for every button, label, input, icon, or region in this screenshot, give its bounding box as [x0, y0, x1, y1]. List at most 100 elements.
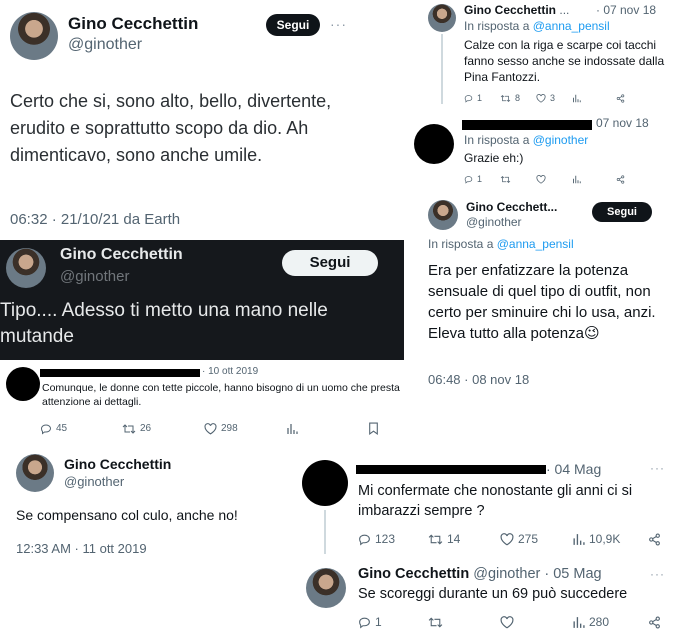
tweet-timestamp[interactable]: 06:32 · 21/10/21 da Earth	[10, 210, 180, 230]
tweet-date[interactable]: · 05 Mag	[544, 566, 601, 582]
tweet-date[interactable]: · 04 Mag	[546, 461, 601, 477]
avatar[interactable]	[10, 12, 58, 60]
author-handle[interactable]: @ginother	[473, 566, 540, 582]
author-name[interactable]: Gino Cecchettin ...	[464, 3, 569, 17]
follow-button[interactable]: Segui	[592, 202, 652, 222]
like-action[interactable]: 298	[204, 422, 286, 435]
reply-count: 1	[375, 615, 382, 629]
retweet-action[interactable]	[428, 616, 500, 629]
avatar[interactable]	[306, 568, 346, 608]
more-options-icon[interactable]: ···	[330, 16, 347, 32]
mention-link[interactable]: @anna_pensil	[533, 19, 610, 33]
views-icon	[573, 175, 581, 183]
reply-action[interactable]: 123	[358, 532, 428, 546]
tweet-text: Grazie eh:)	[464, 151, 524, 165]
tweet-card-2-dark: Gino Cecchettin @ginother Segui Tipo....…	[0, 240, 404, 360]
heart-icon	[500, 532, 514, 545]
tweet-text: Se compensano col culo, anche no!	[16, 507, 238, 523]
like-action[interactable]: 3	[536, 93, 572, 103]
retweet-action[interactable]: 8	[500, 93, 536, 103]
like-action[interactable]: 275	[500, 532, 572, 546]
retweet-action[interactable]: 14	[428, 532, 500, 546]
heart-icon	[536, 174, 546, 184]
reply-context: In risposta a @ginother	[464, 133, 589, 147]
reply-action[interactable]: 1	[464, 174, 500, 184]
retweet-action[interactable]: 26	[122, 423, 204, 435]
author-handle[interactable]: @ginother	[60, 268, 129, 285]
tweet-card-5: Gino Cecchettin ... · 07 nov 18 In rispo…	[420, 0, 680, 110]
wink-emoji: 😉	[583, 325, 600, 342]
tweet-timestamp[interactable]: 12:33 AM · 11 ott 2019	[16, 540, 147, 557]
tweet-card-8: · 04 Mag ··· Mi confermate che nonostant…	[296, 452, 680, 556]
tweet-text: Comunque, le donne con tette piccole, ha…	[42, 382, 400, 408]
tweet-date[interactable]: · 10 ott 2019	[202, 365, 258, 378]
tweet-text: Certo che si, sono alto, bello, diverten…	[10, 91, 332, 165]
avatar[interactable]	[428, 200, 458, 230]
author-name[interactable]: Gino Cecchettin	[64, 456, 171, 472]
tweet-date[interactable]: · 07 nov 18	[596, 3, 656, 17]
author-handle[interactable]: @ginother	[64, 474, 124, 489]
like-count: 298	[221, 423, 238, 434]
share-icon	[649, 533, 660, 545]
views-action[interactable]	[572, 94, 616, 103]
like-action[interactable]	[536, 174, 572, 184]
heart-icon	[536, 93, 546, 103]
share-action[interactable]	[648, 616, 661, 629]
follow-button[interactable]: Segui	[266, 14, 320, 36]
bookmark-action[interactable]	[368, 422, 379, 435]
views-icon	[287, 423, 298, 434]
redacted-username	[462, 120, 592, 130]
views-icon	[573, 94, 581, 102]
tweet-actions: 1 280	[358, 615, 661, 629]
author-handle[interactable]: @ginother	[68, 36, 142, 54]
share-action[interactable]	[648, 533, 661, 546]
follow-button[interactable]: Segui	[282, 250, 378, 276]
reply-context: In risposta a @anna_pensil	[428, 237, 574, 251]
author-name[interactable]: Gino Cecchettin	[60, 246, 183, 264]
thread-line	[441, 34, 443, 104]
share-action[interactable]	[616, 93, 625, 103]
author-name[interactable]: Gino Cecchettin	[68, 14, 198, 34]
retweet-icon	[500, 175, 511, 183]
views-action[interactable]: 280	[572, 615, 648, 629]
views-action[interactable]	[572, 175, 616, 184]
views-action[interactable]: 10,9K	[572, 532, 648, 546]
share-action[interactable]	[616, 174, 625, 184]
reply-action[interactable]: 1	[358, 615, 428, 629]
tweet-timestamp[interactable]: 06:48 · 08 nov 18	[428, 371, 529, 388]
reply-count: 123	[375, 532, 396, 546]
bookmark-icon	[369, 422, 378, 435]
mention-link[interactable]: @anna_pensil	[497, 237, 574, 251]
redacted-username	[40, 369, 200, 377]
author-handle[interactable]: @ginother	[466, 215, 522, 229]
share-icon	[616, 174, 625, 184]
tweet-actions: 45 26 298	[40, 422, 400, 435]
avatar-redacted	[6, 367, 40, 401]
mention-link[interactable]: @ginother	[533, 133, 589, 147]
more-options-icon[interactable]: ···	[650, 461, 665, 475]
author-name[interactable]: Gino Cecchett...	[466, 200, 557, 214]
retweet-action[interactable]	[500, 175, 536, 184]
tweet-card-1: Gino Cecchettin @ginother Segui ··· Cert…	[0, 0, 395, 238]
tweet-card-3: · 10 ott 2019 Comunque, le donne con tet…	[0, 362, 404, 442]
tweet-card-7: Gino Cecchett... @ginother Segui In risp…	[420, 194, 680, 394]
tweet-text: Tipo.... Adesso ti metto una mano nelle …	[0, 300, 328, 347]
tweet-date[interactable]: 07 nov 18	[596, 116, 649, 130]
avatar[interactable]	[6, 248, 46, 288]
tweet-text: Calze con la riga e scarpe coi tacchi fa…	[464, 38, 665, 84]
views-count: 280	[589, 615, 610, 629]
like-count: 3	[550, 93, 556, 103]
like-action[interactable]	[500, 615, 572, 629]
reply-action[interactable]: 1	[464, 93, 500, 103]
tweet-text: Era per enfatizzare la potenza sensuale …	[428, 262, 656, 342]
more-options-icon[interactable]: ···	[650, 567, 665, 581]
avatar[interactable]	[428, 4, 456, 32]
tweet-card-4: Gino Cecchettin @ginother Se compensano …	[0, 448, 290, 570]
reply-action[interactable]: 45	[40, 423, 122, 435]
reply-count: 45	[56, 423, 68, 434]
share-icon	[616, 93, 625, 103]
author-name[interactable]: Gino Cecchettin @ginother · 05 Mag	[358, 566, 602, 582]
avatar-redacted	[414, 124, 454, 164]
avatar[interactable]	[16, 454, 54, 492]
views-action[interactable]	[286, 423, 368, 435]
